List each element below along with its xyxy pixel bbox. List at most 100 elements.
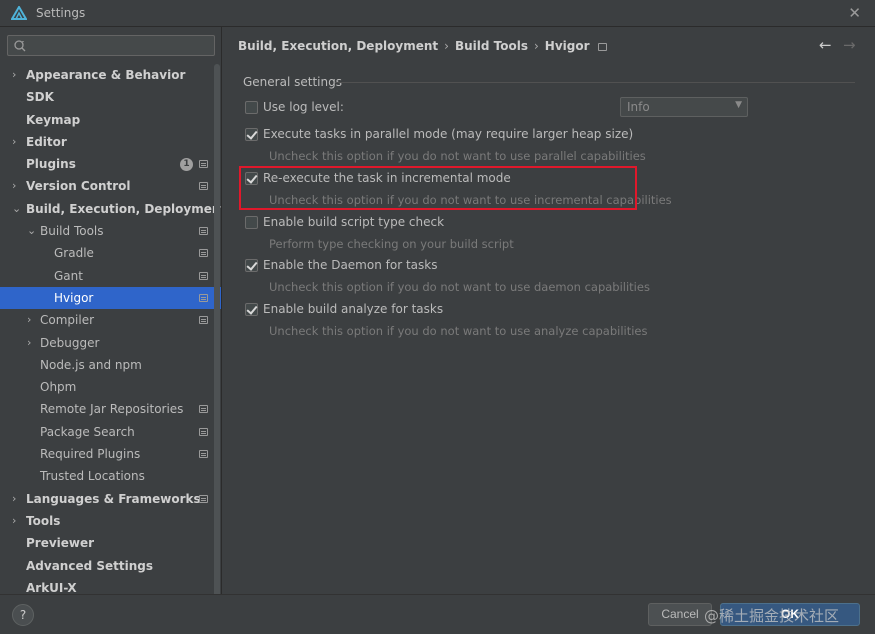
sidebar-item-label: Debugger: [40, 335, 100, 350]
sidebar-item-label: Required Plugins: [40, 447, 141, 462]
option-label: Enable the Daemon for tasks: [263, 258, 438, 272]
project-settings-icon: [199, 316, 208, 325]
sidebar-item-label: Tools: [26, 513, 61, 528]
sidebar-item-package-search[interactable]: Package Search: [0, 421, 221, 443]
sidebar-item-build-execution-deployment[interactable]: ⌄ Build, Execution, Deployment: [0, 198, 222, 220]
project-settings-icon: [199, 249, 208, 258]
breadcrumb-separator: ›: [533, 39, 539, 53]
chevron-right-icon[interactable]: ›: [12, 64, 22, 86]
back-arrow-icon[interactable]: ←: [819, 36, 832, 54]
sidebar-item-editor[interactable]: › Editor: [0, 131, 221, 153]
chevron-right-icon[interactable]: ›: [27, 309, 37, 331]
window-title: Settings: [36, 6, 86, 20]
search-box[interactable]: [7, 35, 215, 56]
sidebar-item-label: Node.js and npm: [40, 357, 142, 372]
sidebar-item-hvigor[interactable]: Hvigor: [0, 286, 221, 310]
sidebar-item-label: Compiler: [40, 313, 95, 328]
daemon-checkbox[interactable]: [245, 259, 258, 272]
option-label: Use log level:: [263, 100, 344, 114]
chevron-down-icon: ▼: [735, 100, 742, 110]
option-hint: Uncheck this option if you do not want t…: [269, 280, 650, 294]
breadcrumb-item: Build Tools: [454, 39, 528, 53]
option-label: Enable build script type check: [263, 215, 445, 229]
sidebar-item-required-plugins[interactable]: Required Plugins: [0, 443, 221, 465]
sidebar-item-trusted-locations[interactable]: Trusted Locations: [0, 465, 221, 487]
sidebar-item-debugger[interactable]: › Debugger: [0, 332, 221, 354]
breadcrumb-item: Build, Execution, Deployment: [238, 39, 439, 53]
project-settings-icon: [199, 450, 208, 459]
sidebar-item-arkui-x[interactable]: ArkUI-X: [0, 577, 221, 594]
chevron-right-icon[interactable]: ›: [12, 488, 22, 510]
group-divider: [335, 82, 855, 83]
sidebar-item-gant[interactable]: Gant: [0, 265, 221, 287]
sidebar-item-build-tools[interactable]: ⌄ Build Tools: [0, 220, 221, 242]
project-settings-icon: [199, 271, 208, 280]
sidebar-item-gradle[interactable]: Gradle: [0, 242, 221, 264]
sidebar-item-plugins[interactable]: Plugins 1: [0, 153, 221, 175]
search-input[interactable]: [30, 37, 210, 54]
sidebar-item-advanced-settings[interactable]: Advanced Settings: [0, 555, 221, 577]
settings-tree: › Appearance & Behavior SDK Keymap › Edi…: [0, 64, 222, 594]
project-settings-icon: [199, 427, 208, 436]
option-hint: Uncheck this option if you do not want t…: [269, 324, 648, 338]
sidebar-item-appearance-behavior[interactable]: › Appearance & Behavior: [0, 64, 221, 86]
project-settings-icon: [199, 160, 208, 169]
log-level-checkbox[interactable]: [245, 101, 258, 114]
sidebar-item-languages-frameworks[interactable]: › Languages & Frameworks: [0, 488, 221, 510]
sidebar-item-remote-jar-repositories[interactable]: Remote Jar Repositories: [0, 398, 221, 420]
update-count-badge: 1: [180, 158, 193, 172]
chevron-down-icon[interactable]: ⌄: [12, 198, 22, 220]
project-settings-icon: [199, 494, 208, 503]
project-settings-icon: [199, 227, 208, 236]
chevron-right-icon[interactable]: ›: [12, 175, 22, 197]
sidebar-item-label: Languages & Frameworks: [26, 491, 201, 506]
chevron-right-icon[interactable]: ›: [12, 510, 22, 532]
sidebar-item-label: Previewer: [26, 536, 95, 551]
sidebar-item-label: Trusted Locations: [40, 469, 145, 484]
cancel-button[interactable]: Cancel: [648, 603, 712, 626]
breadcrumb: Build, Execution, Deployment › Build Tools…: [238, 39, 607, 53]
sidebar-item-label: Package Search: [40, 424, 135, 439]
settings-content: Build, Execution, Deployment › Build Tools…: [223, 27, 875, 594]
sidebar-item-previewer[interactable]: Previewer: [0, 532, 221, 554]
sidebar-item-label: Remote Jar Repositories: [40, 402, 184, 417]
help-button[interactable]: ?: [12, 604, 34, 626]
parallel-mode-checkbox[interactable]: [245, 128, 258, 141]
forward-arrow-icon[interactable]: →: [843, 36, 856, 54]
sidebar-item-sdk[interactable]: SDK: [0, 86, 221, 108]
sidebar-item-label: Keymap: [26, 112, 81, 127]
sidebar-item-label: Advanced Settings: [26, 558, 154, 573]
sidebar-item-label: Gant: [54, 268, 83, 283]
sidebar-item-compiler[interactable]: › Compiler: [0, 309, 221, 331]
sidebar-item-version-control[interactable]: › Version Control: [0, 175, 221, 197]
chevron-right-icon[interactable]: ›: [12, 131, 22, 153]
sidebar-scrollbar[interactable]: [214, 64, 220, 594]
sidebar-item-label: Hvigor: [54, 290, 94, 305]
project-settings-icon: [597, 42, 607, 51]
sidebar-item-ohpm[interactable]: Ohpm: [0, 376, 221, 398]
search-icon: [14, 40, 26, 52]
highlight-annotation-box: [239, 166, 637, 210]
sidebar-item-nodejs-npm[interactable]: Node.js and npm: [0, 354, 221, 376]
build-analyze-checkbox[interactable]: [245, 303, 258, 316]
breadcrumb-separator: ›: [444, 39, 449, 53]
close-icon[interactable]: ✕: [848, 4, 861, 22]
sidebar-item-label: Build Tools: [40, 224, 104, 239]
chevron-right-icon[interactable]: ›: [27, 332, 37, 354]
option-hint: Uncheck this option if you do not want t…: [269, 149, 646, 163]
option-label: Execute tasks in parallel mode (may requ…: [263, 127, 634, 141]
group-title: General settings: [243, 75, 342, 89]
settings-sidebar: › Appearance & Behavior SDK Keymap › Edi…: [0, 27, 222, 594]
type-check-checkbox[interactable]: [245, 216, 258, 229]
sidebar-item-label: Build, Execution, Deployment: [26, 201, 222, 216]
dropdown-value: Info: [627, 100, 650, 114]
breadcrumb-item: Hvigor: [544, 39, 590, 53]
option-label: Enable build analyze for tasks: [263, 302, 444, 316]
dialog-footer: ? Cancel OK @稀土掘金技术社区: [0, 594, 875, 634]
project-settings-icon: [199, 293, 208, 302]
chevron-down-icon[interactable]: ⌄: [27, 220, 37, 242]
sidebar-item-tools[interactable]: › Tools: [0, 510, 221, 532]
sidebar-item-label: Gradle: [54, 246, 94, 261]
sidebar-item-keymap[interactable]: Keymap: [0, 109, 221, 131]
log-level-dropdown[interactable]: Info ▼: [620, 97, 748, 117]
